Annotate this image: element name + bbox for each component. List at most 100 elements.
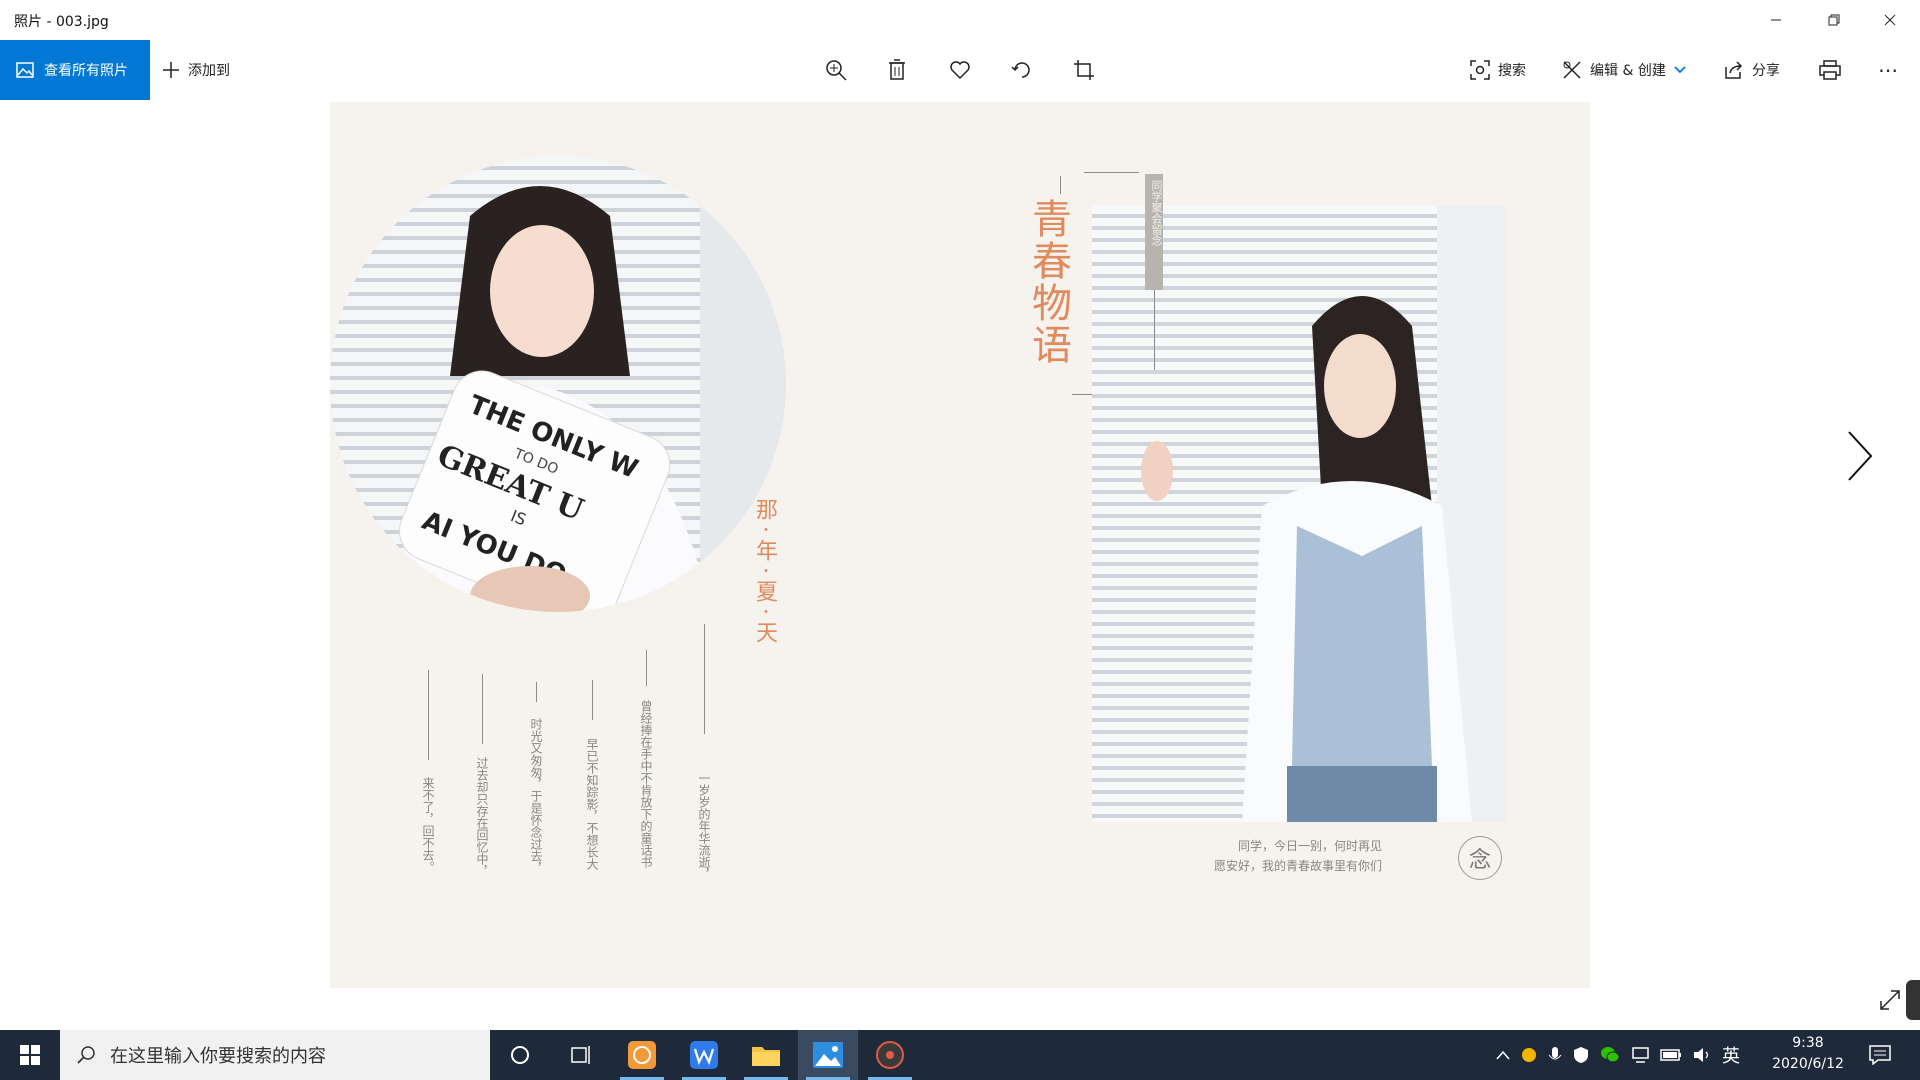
view-all-photos-label: 查看所有照片 (44, 63, 128, 79)
search-label: 搜索 (1498, 63, 1526, 79)
taskbar-app-wps[interactable] (674, 1030, 734, 1080)
poem-rule-2 (482, 674, 483, 744)
photo-viewer-canvas: THE ONLY W TO DO GREAT U IS AI YOU DO 那·… (0, 100, 1920, 1030)
start-button[interactable] (0, 1030, 60, 1080)
crop-button[interactable] (1068, 54, 1100, 86)
taskbar-file-explorer[interactable] (736, 1030, 796, 1080)
crop-icon (1074, 60, 1094, 80)
expand-icon (1880, 990, 1900, 1010)
reunion-badge: 同学聚会留念 (1145, 174, 1163, 290)
poem-rule-1 (428, 670, 429, 760)
music-disc-icon (876, 1041, 904, 1069)
next-photo-button[interactable] (1836, 416, 1884, 496)
clock-time: 9:38 (1792, 1035, 1824, 1051)
caption-line-1: 同学，今日一别，何时再见 (1237, 839, 1382, 853)
rotate-button[interactable] (1006, 54, 1038, 86)
battery-icon[interactable] (1660, 1048, 1682, 1062)
cortana-button[interactable] (490, 1030, 550, 1080)
writer-app-icon (690, 1041, 718, 1069)
plus-icon (163, 62, 179, 78)
taskbar-search-placeholder: 在这里输入你要搜索的内容 (110, 1046, 326, 1067)
share-button[interactable]: 分享 (1724, 40, 1780, 100)
windows-logo-icon (20, 1045, 40, 1065)
chevron-down-icon (1674, 66, 1686, 74)
summer-vertical-text: 那·年·夏·天 (752, 498, 777, 649)
title-rule-h (1084, 172, 1139, 173)
close-icon (1884, 14, 1896, 26)
heart-icon (950, 61, 970, 80)
more-options-button[interactable]: ⋯ (1878, 40, 1898, 100)
poem-line-6: 一岁岁的年华流逝， (697, 772, 711, 880)
chevron-up-icon[interactable] (1496, 1050, 1510, 1060)
task-view-icon (571, 1046, 590, 1064)
poem-line-1: 来不了，回不去。 (421, 777, 435, 873)
displayed-photo: THE ONLY W TO DO GREAT U IS AI YOU DO 那·… (330, 102, 1590, 988)
window-title: 照片 - 003.jpg (14, 14, 109, 30)
input-method-indicator[interactable]: 英 (1722, 1042, 1740, 1068)
rotate-icon (1011, 62, 1030, 78)
share-label: 分享 (1752, 63, 1780, 79)
delete-button[interactable] (881, 54, 913, 86)
reunion-badge-text: 同学聚会留念 (1150, 180, 1163, 246)
zoom-button[interactable] (820, 54, 852, 86)
badge-rule (1154, 290, 1155, 370)
photos-app-icon (813, 1042, 843, 1068)
poem-line-2: 过去却只存在回忆中， (475, 757, 489, 877)
caption-line-2: 愿安好，我的青春故事里有你们 (1213, 859, 1382, 873)
edit-create-label: 编辑 & 创建 (1590, 63, 1666, 79)
photo-icon (16, 62, 34, 78)
share-icon (1725, 61, 1743, 79)
poem-rule-4 (592, 680, 593, 720)
photo-title-vertical: 青春物语 (1025, 198, 1071, 366)
circle-portrait: THE ONLY W TO DO GREAT U IS AI YOU DO (330, 156, 786, 612)
minimize-button[interactable] (1748, 0, 1804, 40)
taskbar-app-1[interactable] (612, 1030, 672, 1080)
poem-rule-3 (536, 682, 537, 702)
seal-circle: 念 (1458, 836, 1502, 880)
taskbar-search-box[interactable]: 在这里输入你要搜索的内容 (60, 1030, 490, 1080)
fullscreen-button[interactable] (1876, 986, 1904, 1014)
taskbar-clock[interactable]: 9:38 2020/6/12 (1764, 1033, 1852, 1077)
clock-date: 2020/6/12 (1772, 1056, 1844, 1072)
seal-char: 念 (1468, 848, 1491, 873)
system-tray: 英 (1496, 1030, 1740, 1080)
portrait-illustration: THE ONLY W TO DO GREAT U IS AI YOU DO (330, 156, 786, 612)
restore-button[interactable] (1806, 0, 1862, 40)
security-shield-icon[interactable] (1572, 1046, 1590, 1064)
app-orange-icon (628, 1041, 656, 1069)
microphone-icon[interactable] (1548, 1046, 1562, 1064)
volume-icon[interactable] (1692, 1046, 1712, 1064)
search-icon (77, 1046, 95, 1064)
taskbar-music-app[interactable] (860, 1030, 920, 1080)
tray-app-icon[interactable] (1520, 1046, 1538, 1064)
folder-icon (752, 1047, 780, 1066)
action-center-button[interactable] (1852, 1030, 1908, 1080)
poem-line-5: 曾经捧在手中不肯放下的童话书 (639, 700, 653, 868)
windows-taskbar: 在这里输入你要搜索的内容 英 9:38 2020/6/12 (0, 1030, 1920, 1080)
wechat-icon[interactable] (1600, 1046, 1620, 1064)
visual-search-icon (1470, 60, 1490, 80)
add-to-button[interactable]: 添加到 (162, 40, 230, 100)
network-icon[interactable] (1630, 1046, 1650, 1064)
zoom-in-icon (826, 60, 847, 81)
edit-create-button[interactable]: 编辑 & 创建 (1562, 40, 1686, 100)
notification-icon (1869, 1045, 1891, 1065)
poem-rule-5 (646, 650, 647, 686)
title-rule-top (1060, 176, 1061, 194)
poem-line-3: 时光又匆匆，于是怀念过去， (529, 718, 543, 874)
scroll-handle[interactable] (1906, 980, 1920, 1020)
view-all-photos-button[interactable]: 查看所有照片 (0, 40, 150, 100)
chevron-right-icon (1848, 431, 1873, 481)
title-bar: 照片 - 003.jpg (0, 0, 1920, 40)
search-button[interactable]: 搜索 (1470, 40, 1526, 100)
close-button[interactable] (1862, 0, 1918, 40)
taskbar-photos-app[interactable] (798, 1030, 858, 1080)
print-button[interactable] (1814, 54, 1846, 86)
cortana-circle-icon (511, 1046, 529, 1064)
poem-rule-6 (704, 624, 705, 734)
trash-icon (889, 59, 905, 80)
photo-caption: 同学，今日一别，何时再见 愿安好，我的青春故事里有你们 (1210, 836, 1382, 876)
printer-icon (1819, 60, 1841, 80)
favorite-button[interactable] (944, 54, 976, 86)
task-view-button[interactable] (550, 1030, 610, 1080)
